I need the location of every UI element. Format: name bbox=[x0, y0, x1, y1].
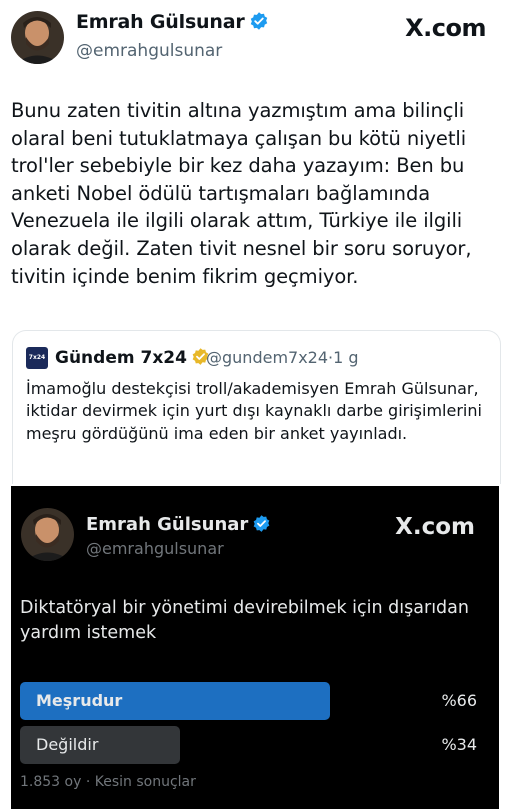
quoted-account-name[interactable]: Gündem 7x24 bbox=[55, 348, 187, 368]
verified-badge-icon bbox=[249, 11, 269, 36]
author-name-row: Emrah Gülsunar bbox=[76, 11, 269, 36]
quoted-meta: @gundem7x24·1 g bbox=[206, 348, 359, 367]
poll-footer: 1.853 oy · Kesin sonuçlar bbox=[20, 774, 196, 790]
author-handle[interactable]: @emrahgulsunar bbox=[76, 41, 222, 61]
quoted-account-logo[interactable]: 7x24 bbox=[26, 347, 48, 369]
poll-author-avatar bbox=[21, 508, 74, 561]
poll-option-bar-degildir: Değildir bbox=[20, 726, 180, 764]
poll-author-handle: @emrahgulsunar bbox=[86, 539, 224, 558]
site-logo: X.com bbox=[405, 14, 486, 42]
poll-option-label: Değildir bbox=[36, 735, 99, 754]
poll-author-name: Emrah Gülsunar bbox=[86, 514, 249, 535]
poll-screenshot: Emrah Gülsunar @emrahgulsunar X.com Dikt… bbox=[11, 486, 499, 809]
quoted-tweet-text: İmamoğlu destekçisi troll/akademisyen Em… bbox=[26, 379, 482, 443]
tweet-text: Bunu zaten tivitin altına yazmıştım ama … bbox=[11, 99, 472, 288]
quoted-account-name-row: Gündem 7x24 bbox=[55, 347, 210, 371]
poll-option-percent: %34 bbox=[441, 735, 477, 754]
poll-question: Diktatöryal bir yönetimi devirebilmek iç… bbox=[20, 598, 469, 643]
poll-option-percent: %66 bbox=[441, 691, 477, 710]
poll-verified-badge-icon bbox=[252, 514, 271, 538]
poll-option-label: Meşrudur bbox=[36, 691, 123, 710]
author-avatar[interactable] bbox=[11, 11, 64, 64]
poll-site-logo: X.com bbox=[395, 514, 475, 540]
poll-author-name-row: Emrah Gülsunar bbox=[86, 514, 271, 538]
quoted-account-handle[interactable]: @gundem7x24 bbox=[206, 348, 328, 367]
quoted-time[interactable]: 1 g bbox=[333, 348, 358, 367]
author-name[interactable]: Emrah Gülsunar bbox=[76, 11, 245, 33]
poll-option-bar-mesrudur: Meşrudur bbox=[20, 682, 330, 720]
